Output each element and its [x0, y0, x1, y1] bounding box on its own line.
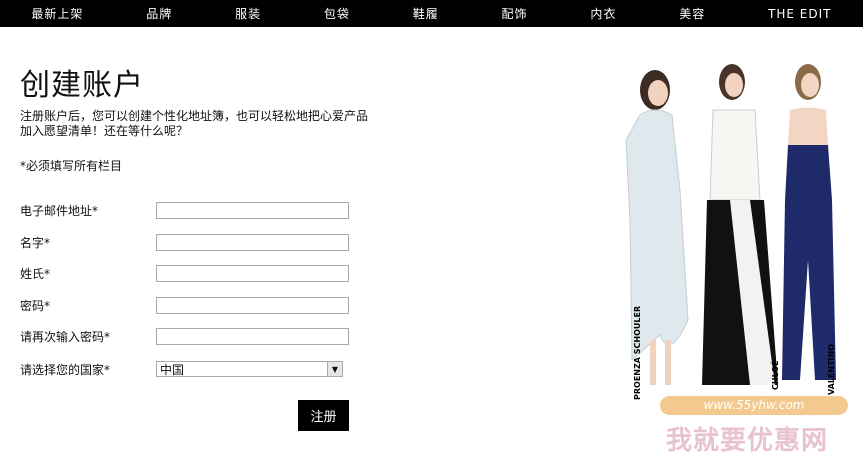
- chevron-down-icon[interactable]: ▼: [327, 362, 342, 376]
- email-field[interactable]: [156, 201, 349, 219]
- nav-beauty[interactable]: 美容: [679, 5, 705, 22]
- country-label: 请选择您的国家*: [20, 362, 111, 377]
- last-name-field[interactable]: [156, 264, 349, 282]
- brand-label-valentino: VALENTINO: [827, 344, 836, 395]
- first-name-label: 名字*: [20, 235, 51, 250]
- email-row: 电子邮件地址*: [20, 200, 350, 220]
- country-select[interactable]: 中国 ▼: [156, 361, 343, 377]
- intro-line-2: 加入愿望清单！还在等什么呢？: [20, 124, 189, 138]
- top-navigation: 最新上架 品牌 服装 包袋 鞋履 配饰 内衣 美容 THE EDIT: [0, 0, 863, 27]
- page-title: 创建账户: [20, 68, 144, 103]
- country-selected-value: 中国: [160, 362, 185, 377]
- nav-brands[interactable]: 品牌: [146, 5, 172, 22]
- nav-new-arrivals[interactable]: 最新上架: [31, 5, 83, 22]
- required-note: *必须填写所有栏目: [20, 159, 123, 173]
- password-row: 密码*: [20, 295, 350, 315]
- intro-line-1: 注册账户后，您可以创建个性化地址簿，也可以轻松地把心爱产品: [20, 109, 369, 123]
- country-row: 请选择您的国家* 中国 ▼: [20, 359, 350, 379]
- confirm-password-row: 请再次输入密码*: [20, 326, 350, 346]
- nav-lingerie[interactable]: 内衣: [590, 5, 616, 22]
- password-field[interactable]: [156, 296, 349, 314]
- intro-text: 注册账户后，您可以创建个性化地址簿，也可以轻松地把心爱产品 加入愿望清单！还在等…: [20, 109, 420, 139]
- first-name-field[interactable]: [156, 233, 349, 251]
- watermark-name: 我就要优惠网: [666, 426, 829, 456]
- nav-clothing[interactable]: 服装: [235, 5, 261, 22]
- register-button[interactable]: 注册: [298, 400, 349, 431]
- last-name-row: 姓氏*: [20, 263, 350, 283]
- nav-bags[interactable]: 包袋: [324, 5, 350, 22]
- runway-models-image: PROENZA SCHOULER CHLOÉ VALENTINO: [625, 64, 836, 400]
- brand-label-chloe: CHLOÉ: [769, 360, 780, 390]
- password-label: 密码*: [20, 298, 51, 313]
- brand-label-proenza: PROENZA SCHOULER: [633, 306, 642, 400]
- first-name-row: 名字*: [20, 232, 350, 252]
- last-name-label: 姓氏*: [20, 266, 51, 281]
- email-label: 电子邮件地址*: [20, 203, 99, 218]
- nav-accessories[interactable]: 配饰: [502, 5, 528, 22]
- watermark-url: www.55yhw.com: [660, 396, 848, 415]
- nav-shoes[interactable]: 鞋履: [413, 5, 439, 22]
- confirm-password-field[interactable]: [156, 327, 349, 345]
- nav-the-edit[interactable]: THE EDIT: [768, 7, 831, 21]
- confirm-password-label: 请再次输入密码*: [20, 329, 111, 344]
